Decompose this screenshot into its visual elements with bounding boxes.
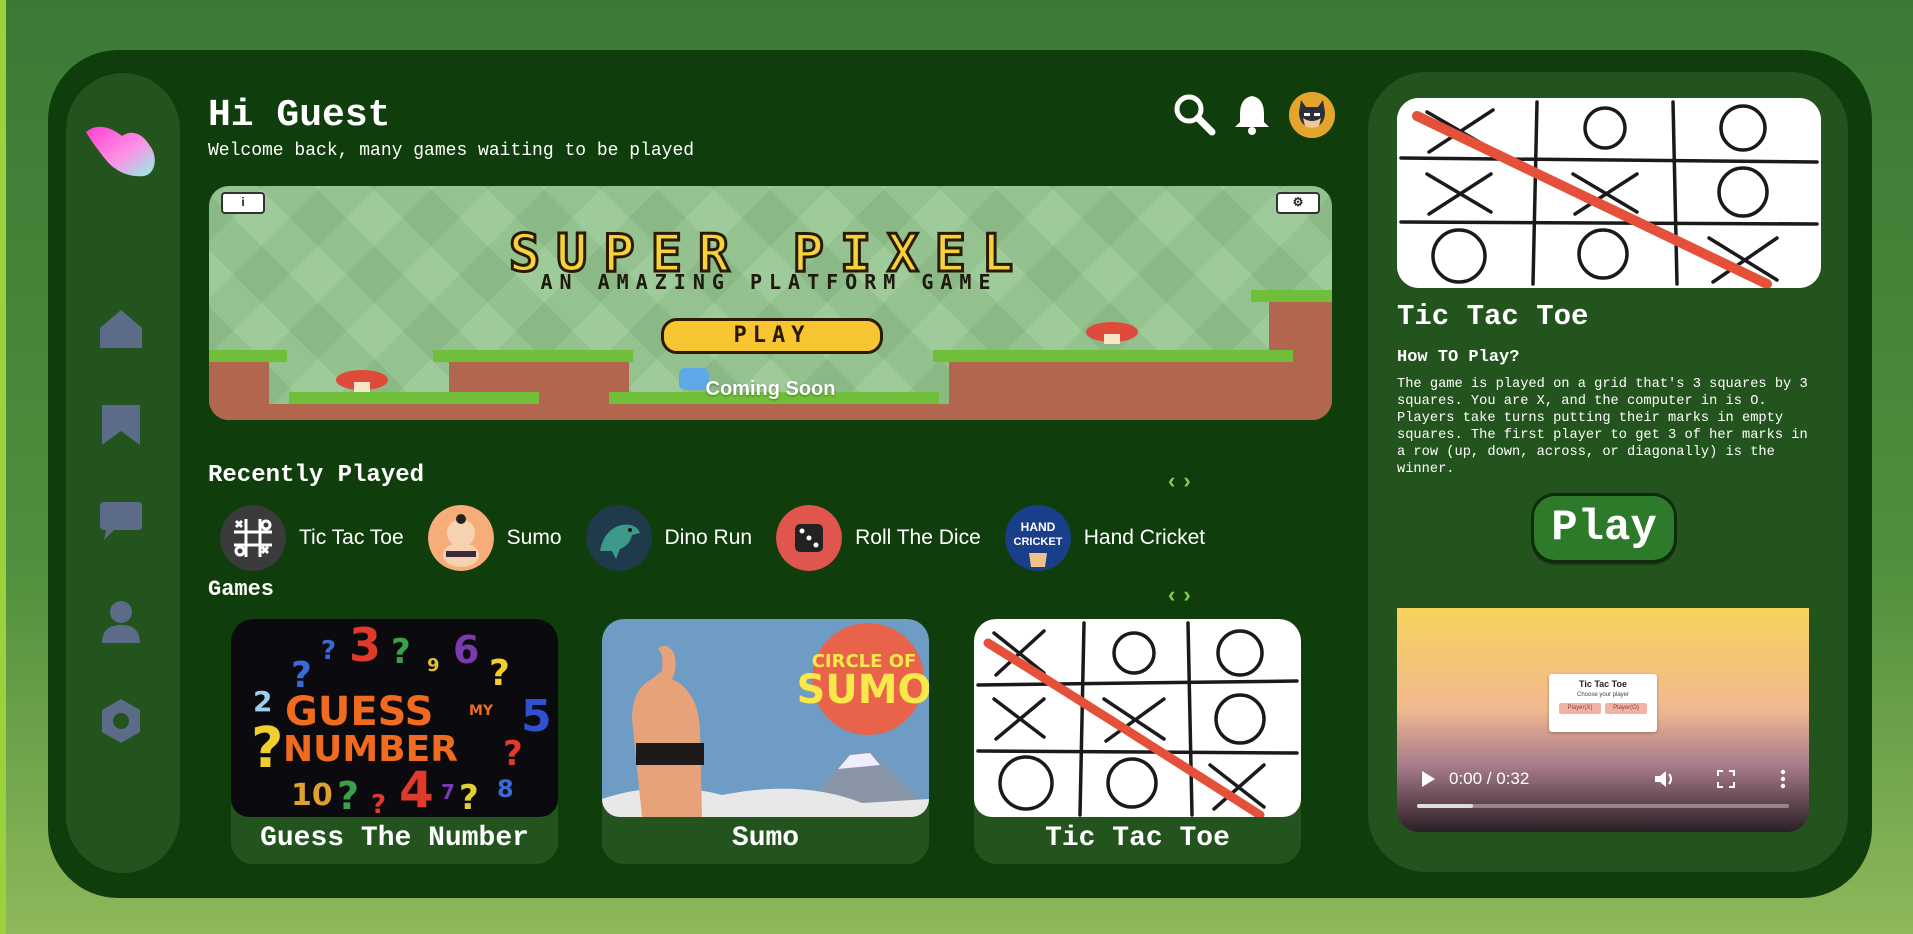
games-arrows: ‹› <box>1168 582 1199 608</box>
svg-text:9: 9 <box>427 655 440 676</box>
video-preview-card: Tic Tac Toe Choose your player Player(X)… <box>1549 674 1657 732</box>
video-player[interactable]: Tic Tac Toe Choose your player Player(X)… <box>1397 608 1809 832</box>
svg-text:7: 7 <box>441 780 455 804</box>
video-preview-button: Player(X) <box>1559 703 1601 714</box>
featured-banner[interactable]: i ⚙ SUPER PIXEL AN AMAZING PLATFORM GAME… <box>209 186 1332 420</box>
game-card-label: Tic Tac Toe <box>1045 823 1230 854</box>
svg-text:2: 2 <box>253 685 272 718</box>
sumo-art: CIRCLE OF SUMO <box>602 619 929 817</box>
dino-run-thumb <box>585 505 652 571</box>
list-item[interactable]: Tic Tac Toe <box>220 505 404 571</box>
welcome-text: Welcome back, many games waiting to be p… <box>208 141 695 161</box>
game-card-label: Guess The Number <box>260 823 529 854</box>
sumo-thumb <box>427 505 494 571</box>
svg-text:8: 8 <box>497 775 514 803</box>
play-icon[interactable] <box>1419 770 1437 788</box>
volume-icon[interactable] <box>1653 768 1675 790</box>
banner-subtitle: AN AMAZING PLATFORM GAME <box>540 270 998 294</box>
svg-text:?: ? <box>337 774 359 817</box>
svg-text:?: ? <box>391 632 411 672</box>
svg-text:?: ? <box>459 778 479 817</box>
list-item-label: Roll The Dice <box>855 526 981 549</box>
how-to-play-description: The game is played on a grid that's 3 sq… <box>1397 377 1808 477</box>
fullscreen-icon[interactable] <box>1717 770 1735 788</box>
hand-cricket-badge-line2: CRICKET <box>1013 536 1062 548</box>
sumo-art-text-2: SUMO <box>796 667 929 713</box>
guess-number-art-text-2: MY <box>469 703 494 719</box>
svg-text:3: 3 <box>349 619 381 672</box>
home-icon[interactable] <box>96 304 146 354</box>
bell-icon[interactable] <box>1230 92 1274 136</box>
svg-text:?: ? <box>503 734 523 774</box>
games-title: Games <box>208 577 275 602</box>
recently-played-list: Tic Tac Toe Sumo Dino Run Roll The Dice … <box>220 505 1229 571</box>
game-card-tic-tac-toe[interactable]: Tic Tac Toe <box>974 619 1301 864</box>
game-card-guess-the-number[interactable]: 3 ? ? ? 9 6 ? 2 5 ? ? 10 ? ? 4 7 ? 8 GUE… <box>231 619 558 864</box>
list-item[interactable]: Roll The Dice <box>776 505 981 571</box>
recently-played-title: Recently Played <box>208 462 425 489</box>
logo-icon[interactable] <box>84 120 160 184</box>
svg-text:?: ? <box>489 653 510 694</box>
bookmark-icon[interactable] <box>96 401 146 451</box>
settings-icon[interactable] <box>96 696 146 746</box>
video-time: 0:00 / 0:32 <box>1449 769 1530 788</box>
video-controls: 0:00 / 0:32 <box>1397 754 1809 804</box>
list-item-label: Hand Cricket <box>1083 526 1206 549</box>
svg-text:?: ? <box>371 790 386 817</box>
guess-number-art: 3 ? ? ? 9 6 ? 2 5 ? ? 10 ? ? 4 7 ? 8 GUE… <box>231 619 558 817</box>
svg-text:5: 5 <box>521 691 552 742</box>
chevron-left-icon[interactable]: ‹ <box>1168 468 1183 493</box>
search-icon[interactable] <box>1172 92 1216 136</box>
svg-text:?: ? <box>251 716 283 781</box>
how-to-play-heading: How TO Play? <box>1397 348 1520 367</box>
more-options-icon[interactable] <box>1779 769 1787 789</box>
detail-title: Tic Tac Toe <box>1397 300 1589 333</box>
tic-tac-toe-thumb <box>220 505 286 571</box>
list-item-label: Dino Run <box>664 526 753 549</box>
sidebar <box>66 73 180 873</box>
user-icon[interactable] <box>96 597 146 647</box>
roll-the-dice-thumb <box>776 505 843 571</box>
svg-text:6: 6 <box>453 628 479 672</box>
chevron-left-icon[interactable]: ‹ <box>1168 582 1183 607</box>
chevron-right-icon[interactable]: › <box>1183 582 1198 607</box>
svg-text:10: 10 <box>291 778 333 813</box>
recent-arrows: ‹› <box>1168 468 1199 494</box>
video-preview-subtitle: Choose your player <box>1576 692 1630 698</box>
tic-tac-toe-art <box>974 619 1301 817</box>
hand-cricket-badge-line1: HAND <box>1020 520 1055 534</box>
left-edge-strip <box>0 0 6 934</box>
play-button[interactable]: Play <box>1531 493 1677 563</box>
avatar[interactable] <box>1289 92 1335 138</box>
game-card-label: Sumo <box>731 823 800 854</box>
video-preview-button: Player(O) <box>1605 703 1647 714</box>
chevron-right-icon[interactable]: › <box>1183 468 1198 493</box>
chat-icon[interactable] <box>96 498 146 548</box>
banner-play-button[interactable]: PLAY <box>661 318 883 354</box>
list-item[interactable]: HAND CRICKET Hand Cricket <box>1004 505 1206 571</box>
svg-text:?: ? <box>321 636 336 666</box>
greeting-title: Hi Guest <box>208 94 391 137</box>
list-item[interactable]: Sumo <box>427 505 562 571</box>
hand-cricket-thumb: HAND CRICKET <box>1004 505 1071 571</box>
game-card-sumo[interactable]: CIRCLE OF SUMO Sumo <box>602 619 929 864</box>
video-progress-bar[interactable] <box>1417 804 1789 808</box>
detail-game-image <box>1397 98 1821 288</box>
coming-soon-label: Coming Soon <box>705 378 836 400</box>
list-item[interactable]: Dino Run <box>585 505 753 571</box>
list-item-label: Sumo <box>506 526 562 549</box>
video-preview-title: Tic Tac Toe <box>1578 679 1627 689</box>
video-progress-fill <box>1417 804 1473 808</box>
list-item-label: Tic Tac Toe <box>299 526 404 549</box>
guess-number-art-text-3: NUMBER <box>283 729 458 770</box>
